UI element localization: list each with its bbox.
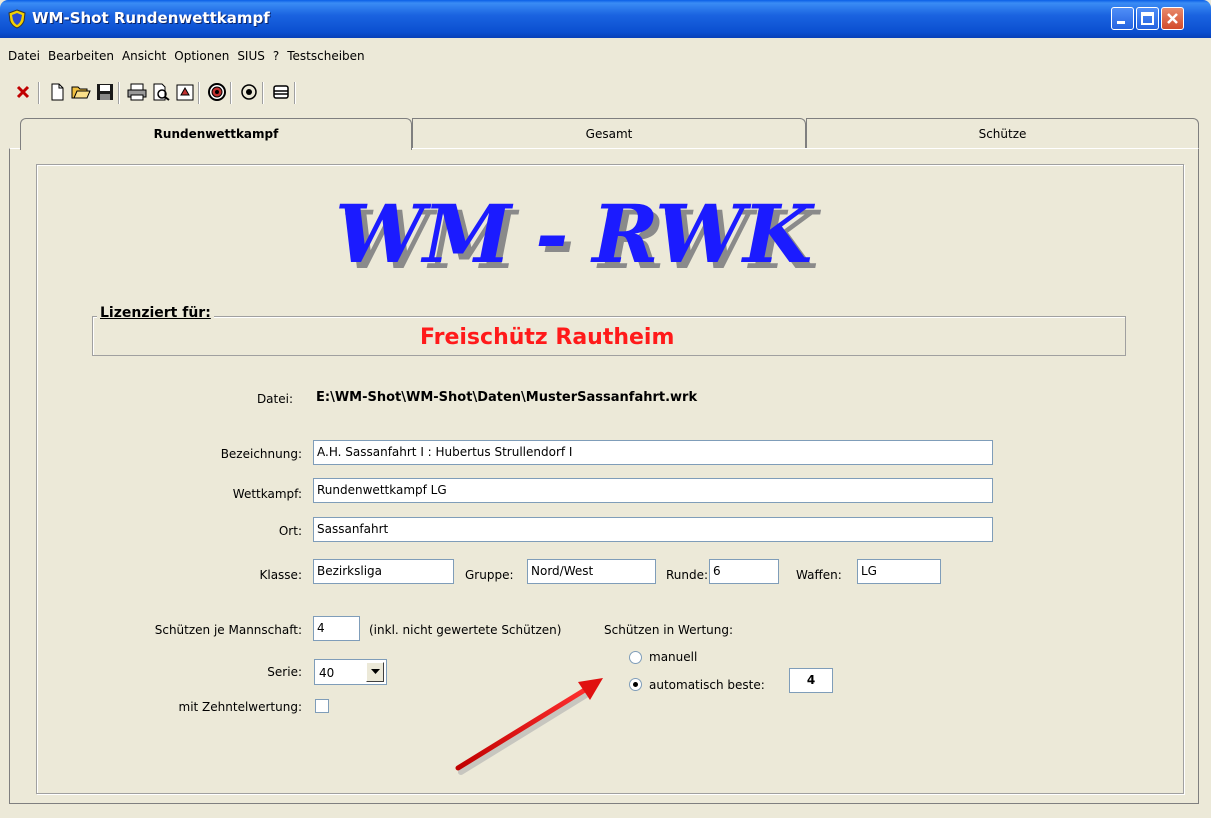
target-button[interactable] bbox=[206, 80, 228, 104]
close-button[interactable] bbox=[1161, 7, 1184, 30]
menu-optionen[interactable]: Optionen bbox=[170, 45, 233, 67]
klasse-field[interactable]: Bezirksliga bbox=[313, 559, 454, 584]
menu-testscheiben[interactable]: Testscheiben bbox=[283, 45, 368, 67]
menu-help[interactable]: ? bbox=[269, 45, 283, 67]
wettkampf-label: Wettkampf: bbox=[232, 487, 302, 501]
gruppe-label: Gruppe: bbox=[465, 568, 514, 582]
bezeichnung-field[interactable]: A.H. Sassanfahrt I : Hubertus Strullendo… bbox=[313, 440, 993, 465]
title-bar: WM-Shot Rundenwettkampf bbox=[0, 0, 1211, 38]
print-icon bbox=[127, 83, 147, 101]
maximize-icon bbox=[1141, 12, 1154, 25]
auto-beste-field[interactable]: 4 bbox=[789, 668, 833, 693]
waffen-label: Waffen: bbox=[796, 568, 842, 582]
toolbar-separator bbox=[262, 82, 264, 104]
runde-field[interactable]: 6 bbox=[709, 559, 779, 584]
delete-icon bbox=[16, 85, 30, 99]
tab-gesamt[interactable]: Gesamt bbox=[412, 118, 806, 148]
license-name: Freischütz Rautheim bbox=[420, 325, 675, 350]
bezeichnung-label: Bezeichnung: bbox=[220, 447, 302, 461]
annotation-arrow bbox=[455, 678, 603, 775]
radio-manuell-label: manuell bbox=[649, 650, 698, 664]
print-preview-icon bbox=[153, 83, 170, 101]
toolbar-separator bbox=[198, 82, 200, 104]
zehntel-label: mit Zehntelwertung: bbox=[178, 700, 303, 714]
close-icon bbox=[1167, 13, 1178, 24]
print-button[interactable] bbox=[126, 80, 148, 104]
save-disk-icon bbox=[97, 84, 113, 100]
menu-bar: Datei Bearbeiten Ansicht Optionen SIUS? Tests… bbox=[4, 45, 369, 67]
radio-selected-dot bbox=[633, 682, 638, 687]
ort-field[interactable]: Sassanfahrt bbox=[313, 517, 993, 542]
wettkampf-field[interactable]: Rundenwettkampf LG bbox=[313, 478, 993, 503]
tab-label: Gesamt bbox=[585, 127, 633, 141]
maximize-button[interactable] bbox=[1136, 7, 1159, 30]
radio-automatisch-label: automatisch beste: bbox=[649, 678, 765, 692]
ort-label: Ort: bbox=[278, 524, 302, 538]
window-title: WM-Shot Rundenwettkampf bbox=[32, 9, 270, 27]
print-preview-button[interactable] bbox=[150, 80, 172, 104]
toolbar-separator bbox=[230, 82, 232, 104]
gruppe-field[interactable]: Nord/West bbox=[527, 559, 656, 584]
app-logo: WM - RWK bbox=[335, 187, 812, 281]
tab-schuetze[interactable]: Schütze bbox=[806, 118, 1199, 148]
toolbar-separator bbox=[294, 82, 296, 104]
wertung-label: Schützen in Wertung: bbox=[604, 623, 734, 637]
toolbar-separator bbox=[38, 82, 40, 104]
export-icon bbox=[176, 84, 194, 101]
menu-bearbeiten[interactable]: Bearbeiten bbox=[44, 45, 118, 67]
zehntel-checkbox[interactable] bbox=[315, 699, 329, 713]
open-folder-icon bbox=[71, 86, 91, 99]
radio-manuell[interactable] bbox=[629, 651, 642, 664]
list-button[interactable] bbox=[270, 80, 292, 104]
export-button[interactable] bbox=[174, 80, 196, 104]
runde-label: Runde: bbox=[666, 568, 709, 582]
waffen-field[interactable]: LG bbox=[857, 559, 941, 584]
minimize-icon bbox=[1117, 21, 1125, 24]
new-button[interactable] bbox=[46, 80, 68, 104]
datei-label: Datei: bbox=[256, 392, 293, 406]
menu-sius[interactable]: SIUS bbox=[233, 45, 269, 67]
new-file-icon bbox=[51, 83, 64, 101]
toolbar-separator bbox=[118, 82, 120, 104]
record-icon bbox=[241, 84, 257, 100]
save-button[interactable] bbox=[94, 80, 116, 104]
serie-label: Serie: bbox=[267, 665, 302, 679]
radio-automatisch[interactable] bbox=[629, 678, 642, 691]
menu-ansicht[interactable]: Ansicht bbox=[118, 45, 170, 67]
tab-rundenwettkampf[interactable]: Rundenwettkampf bbox=[20, 118, 412, 150]
open-button[interactable] bbox=[70, 80, 92, 104]
menu-datei[interactable]: Datei bbox=[4, 45, 44, 67]
delete-button[interactable] bbox=[12, 80, 34, 104]
chevron-down-icon bbox=[370, 669, 380, 674]
license-legend: Lizenziert für: bbox=[97, 305, 214, 321]
list-icon bbox=[273, 85, 289, 99]
record-button[interactable] bbox=[238, 80, 260, 104]
serie-dropdown-button[interactable] bbox=[366, 662, 384, 682]
tab-label: Rundenwettkampf bbox=[153, 127, 279, 141]
datei-path: E:\WM-Shot\WM-Shot\Daten\MusterSassanfah… bbox=[316, 390, 698, 405]
schuetzen-field[interactable]: 4 bbox=[313, 616, 360, 641]
app-shield-icon bbox=[8, 9, 26, 29]
tab-label: Schütze bbox=[978, 127, 1027, 141]
serie-select[interactable]: 40 bbox=[314, 659, 387, 685]
schuetzen-note: (inkl. nicht gewertete Schützen) bbox=[369, 623, 562, 637]
minimize-button[interactable] bbox=[1111, 7, 1134, 30]
klasse-label: Klasse: bbox=[259, 568, 303, 582]
target-icon bbox=[208, 83, 226, 101]
schuetzen-label: Schützen je Mannschaft: bbox=[154, 623, 302, 637]
serie-value: 40 bbox=[319, 666, 335, 680]
